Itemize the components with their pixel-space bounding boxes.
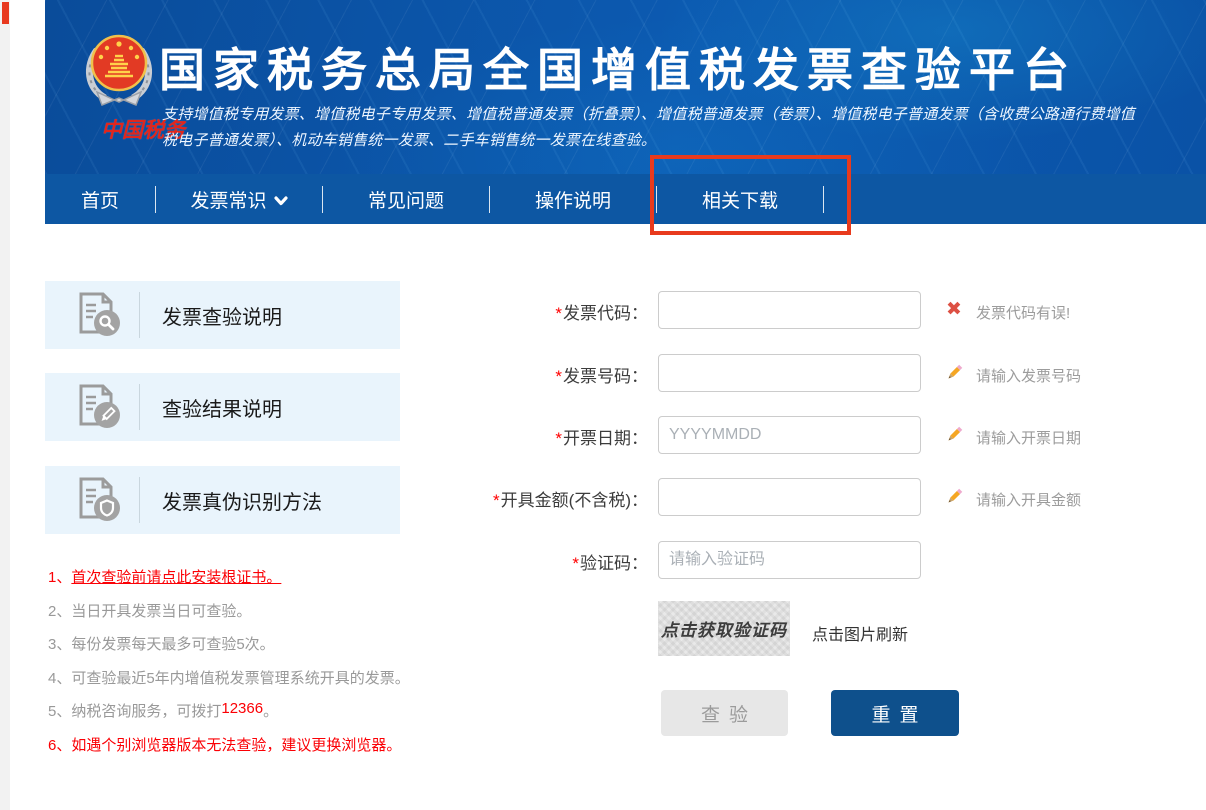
nav-item-invoice-knowledge-label: 发票常识 [190, 186, 266, 213]
sidebar-card-label: 查验结果说明 [162, 393, 282, 422]
site-header: 中国税务 国家税务总局全国增值税发票查验平台 支持增值税专用发票、增值税电子专用… [45, 0, 1206, 174]
invoice-date-label: *开票日期： [400, 424, 648, 449]
card-divider [139, 477, 140, 523]
nav-item-downloads[interactable]: 相关下载 [657, 174, 823, 224]
main-nav: 首页 发票常识 常见问题 操作说明 相关下载 [45, 174, 1206, 224]
window-edge-strip [0, 0, 10, 810]
label-text: 发票代码： [563, 304, 648, 323]
note-text: 纳税咨询服务，可拨打 [71, 700, 221, 721]
card-divider [139, 384, 140, 430]
captcha-input[interactable] [658, 541, 921, 579]
note-text: 每份发票每天最多可查验5次。 [71, 633, 274, 654]
document-shield-icon [73, 474, 125, 526]
note-number: 4、 [48, 667, 71, 688]
subtitle-line-1: 支持增值税专用发票、增值税电子专用发票、增值税普通发票（折叠票）、增值税普通发票… [162, 102, 1202, 128]
sidebar-card-result-notes[interactable]: 查验结果说明 [45, 373, 400, 441]
invoice-date-input[interactable] [658, 416, 921, 454]
captcha-label: *验证码： [400, 549, 648, 574]
note-number: 2、 [48, 600, 71, 621]
amount-input[interactable] [658, 478, 921, 516]
nav-item-instructions[interactable]: 操作说明 [490, 174, 656, 224]
tax-emblem-logo [81, 30, 157, 114]
sidebar-card-invoice-check-notes[interactable]: 发票查验说明 [45, 281, 400, 349]
captcha-refresh-link[interactable]: 点击图片刷新 [812, 621, 908, 645]
sidebar-card-label: 发票真伪识别方法 [162, 486, 322, 515]
invoice-code-error-message: 发票代码有误! [976, 302, 1070, 323]
label-text: 开具金额(不含税)： [501, 491, 648, 510]
pencil-icon [944, 487, 964, 507]
required-mark: * [555, 367, 562, 386]
nav-item-faq[interactable]: 常见问题 [323, 174, 489, 224]
document-search-icon [73, 289, 125, 341]
nav-item-home-label: 首页 [81, 186, 119, 213]
required-mark: * [555, 304, 562, 323]
invoice-number-input[interactable] [658, 354, 921, 392]
reset-button[interactable]: 重置 [831, 690, 959, 736]
nav-item-instructions-label: 操作说明 [535, 186, 611, 213]
invoice-number-hint: 请输入发票号码 [976, 365, 1081, 386]
note-text: 当日开具发票当日可查验。 [71, 600, 251, 621]
page-subtitle: 支持增值税专用发票、增值税电子专用发票、增值税普通发票（折叠票）、增值税普通发票… [162, 102, 1202, 154]
required-mark: * [493, 491, 500, 510]
amount-hint: 请输入开具金额 [976, 489, 1081, 510]
subtitle-line-2: 税电子普通发票）、机动车销售统一发票、二手车销售统一发票在线查验。 [162, 128, 1202, 154]
document-edit-icon [73, 381, 125, 433]
label-text: 发票号码： [563, 367, 648, 386]
note-text: 如遇个别浏览器版本无法查验，建议更换浏览器。 [71, 734, 401, 755]
required-mark: * [555, 429, 562, 448]
nav-item-invoice-knowledge[interactable]: 发票常识 [156, 174, 322, 224]
install-root-certificate-link[interactable]: 首次查验前请点此安装根证书。 [71, 566, 281, 587]
required-mark: * [572, 554, 579, 573]
invoice-date-hint: 请输入开票日期 [976, 427, 1081, 448]
nav-item-faq-label: 常见问题 [368, 186, 444, 213]
hotline-number: 12366 [221, 700, 263, 717]
label-text: 验证码： [580, 554, 648, 573]
note-number: 3、 [48, 633, 71, 654]
amount-label: *开具金额(不含税)： [400, 486, 648, 511]
pencil-icon [944, 425, 964, 445]
invoice-code-label: *发票代码： [400, 299, 648, 324]
page-title: 国家税务总局全国增值税发票查验平台 [159, 34, 1077, 100]
nav-divider [823, 186, 824, 213]
note-text: 。 [263, 700, 278, 721]
error-x-icon: ✖ [944, 300, 964, 320]
nav-item-home[interactable]: 首页 [45, 174, 155, 224]
note-number: 5、 [48, 700, 71, 721]
invoice-number-label: *发票号码： [400, 362, 648, 387]
captcha-image[interactable]: 点击获取验证码 [658, 601, 790, 656]
note-number: 1、 [48, 566, 71, 587]
note-number: 6、 [48, 734, 71, 755]
notes-list: 1、 首次查验前请点此安装根证书。 2、 当日开具发票当日可查验。 3、 每份发… [48, 566, 488, 767]
note-item-6: 6、 如遇个别浏览器版本无法查验，建议更换浏览器。 [48, 734, 488, 768]
note-item-4: 4、 可查验最近5年内增值税发票管理系统开具的发票。 [48, 667, 488, 701]
pencil-icon [944, 363, 964, 383]
note-item-5: 5、 纳税咨询服务，可拨打 12366 。 [48, 700, 488, 734]
sidebar-card-authenticity-methods[interactable]: 发票真伪识别方法 [45, 466, 400, 534]
note-item-2: 2、 当日开具发票当日可查验。 [48, 600, 488, 634]
captcha-image-text: 点击获取验证码 [661, 616, 787, 641]
verify-button[interactable]: 查验 [661, 690, 788, 736]
nav-item-downloads-label: 相关下载 [702, 186, 778, 213]
chevron-down-icon [274, 196, 288, 206]
label-text: 开票日期： [563, 429, 648, 448]
card-divider [139, 292, 140, 338]
note-text: 可查验最近5年内增值税发票管理系统开具的发票。 [71, 667, 409, 688]
corner-red-mark [2, 2, 9, 24]
invoice-code-input[interactable] [658, 291, 921, 329]
note-item-3: 3、 每份发票每天最多可查验5次。 [48, 633, 488, 667]
sidebar-card-label: 发票查验说明 [162, 301, 282, 330]
